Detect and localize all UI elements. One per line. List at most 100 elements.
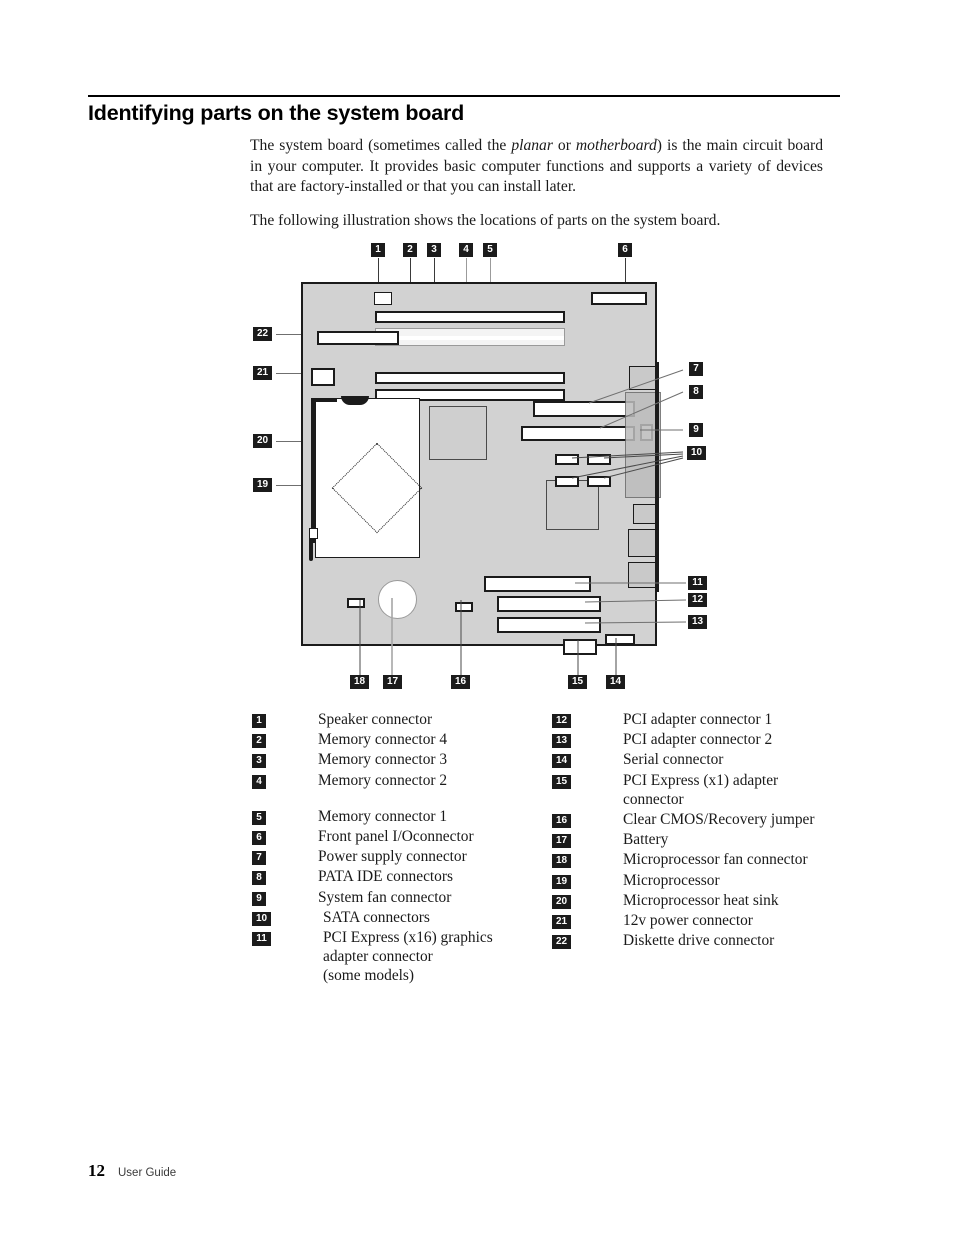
microprocessor [331, 442, 423, 534]
microprocessor-fan-connector [347, 598, 365, 608]
serial-connector [605, 634, 635, 645]
memory-connector-1 [375, 389, 565, 401]
legend-badge-16: 16 [552, 814, 571, 829]
leader-line-5 [490, 258, 491, 378]
legend-label-17: Battery [623, 831, 669, 849]
legend-badge-21: 21 [552, 915, 571, 930]
clear-cmos-recovery-jumper [455, 602, 473, 612]
legend-label-9: System fan connector [318, 888, 452, 906]
callout-badge-7: 7 [689, 362, 703, 376]
illustration-lead-paragraph: The following illustration shows the loc… [250, 212, 721, 229]
pata-ide-connectors [521, 426, 635, 441]
io-port-usb-top [633, 504, 659, 524]
legend-label-5: Memory connector 1 [318, 807, 448, 825]
callout-badge-21: 21 [253, 366, 272, 380]
callout-badge-22: 22 [253, 327, 272, 341]
northbridge-chip [429, 406, 487, 460]
legend-badge-12: 12 [552, 714, 571, 728]
legend-label-2: Memory connector 4 [318, 731, 448, 749]
sata-connector-1 [555, 454, 579, 465]
leader-line-6 [625, 258, 626, 295]
heat-sink-notch [341, 396, 369, 405]
legend-row-3: 3 Memory connector 3 [252, 750, 542, 769]
callout-badge-20: 20 [253, 434, 272, 448]
legend-badge-11: 11 [252, 932, 271, 947]
legend-row-20: 20 Microprocessor heat sink [552, 891, 852, 910]
legend-badge-7: 7 [252, 851, 266, 866]
io-shield-overlay [625, 392, 661, 498]
callout-badge-14: 14 [606, 675, 625, 689]
callout-badge-16: 16 [451, 675, 470, 689]
legend-row-5: 5 Memory connector 1 [252, 807, 542, 826]
memory-connector-3 [375, 328, 565, 346]
legend-badge-19: 19 [552, 874, 571, 889]
legend-row-4: 4 Memory connector 2 [252, 771, 542, 790]
callout-badge-11: 11 [688, 576, 707, 590]
legend-label-20: Microprocessor heat sink [623, 891, 779, 909]
legend-label-14: Serial connector [623, 751, 724, 769]
heading-rule [88, 95, 840, 97]
heat-sink-clamp [311, 398, 315, 543]
legend-badge-20: 20 [552, 894, 571, 909]
legend-badge-6: 6 [252, 831, 266, 846]
legend-row-8: 8 PATA IDE connectors [252, 867, 542, 886]
legend-label-18: Microprocessor fan connector [623, 851, 808, 869]
legend-row-22: 22 Diskette drive connector [552, 931, 852, 950]
front-panel-io-connector [591, 292, 647, 305]
callout-badge-2: 2 [403, 243, 417, 257]
12v-power-connector [311, 368, 335, 386]
leader-line-4 [466, 258, 467, 353]
legend-label-21: 12v power connector [623, 912, 753, 930]
sata-connector-2 [587, 454, 611, 465]
legend-row-9: 9 System fan connector [252, 888, 542, 907]
io-port-ps2 [629, 366, 657, 390]
legend-badge-4: 4 [252, 774, 266, 789]
heat-sink-clamp-top [311, 398, 337, 402]
callout-badge-4: 4 [459, 243, 473, 257]
legend-row-2: 2 Memory connector 4 [252, 730, 542, 749]
system-board [301, 282, 661, 655]
legend-label-8: PATA IDE connectors [318, 868, 453, 886]
legend-row-14: 14 Serial connector [552, 750, 852, 769]
callout-badge-5: 5 [483, 243, 497, 257]
memory-connector-4 [375, 311, 565, 323]
legend-badge-15: 15 [552, 774, 571, 789]
legend-label-4: Memory connector 2 [318, 771, 448, 789]
southbridge-chip [546, 480, 599, 530]
legend-badge-14: 14 [552, 754, 571, 769]
memory-connector-2 [375, 372, 565, 384]
legend-row-12: 12 PCI adapter connector 1 [552, 710, 852, 729]
diskette-drive-connector [317, 331, 399, 345]
page-title: Identifying parts on the system board [88, 101, 465, 125]
legend-row-19: 19 Microprocessor [552, 871, 852, 890]
intro-italic-planar: planar [511, 137, 553, 154]
power-supply-connector [533, 401, 635, 417]
legend-row-17: 17 Battery [552, 830, 852, 849]
intro-text-a: The system board (sometimes called the [250, 137, 512, 154]
legend-badge-5: 5 [252, 810, 266, 825]
legend-label-16: Clear CMOS/Recovery jumper [623, 811, 815, 829]
heat-sink-clamp-tail [309, 539, 313, 561]
legend-label-6: Front panel I/Oconnector [318, 828, 474, 846]
io-port-audio [628, 562, 659, 588]
io-edge-bar [655, 362, 659, 592]
callout-badge-15: 15 [568, 675, 587, 689]
legend-badge-1: 1 [252, 714, 266, 728]
legend-row-7: 7 Power supply connector [252, 847, 542, 866]
legend-badge-22: 22 [552, 935, 571, 950]
legend-row-21: 21 12v power connector [552, 911, 852, 930]
leader-line-3 [434, 258, 435, 334]
callout-badge-19: 19 [253, 478, 272, 492]
sata-connector-3 [555, 476, 579, 487]
page-footer: 12 User Guide [88, 1161, 176, 1181]
legend-label-1: Speaker connector [318, 711, 433, 728]
legend-badge-9: 9 [252, 891, 266, 906]
intro-text-b: or [552, 137, 576, 154]
legend-row-15: 15 PCI Express (x1) adapter connector [552, 771, 852, 809]
pci-adapter-connector-2 [497, 617, 601, 633]
callout-badge-12: 12 [688, 593, 707, 607]
document-page: Identifying parts on the system board Th… [0, 0, 954, 1235]
io-port-ethernet [628, 529, 659, 557]
legend-badge-17: 17 [552, 834, 571, 849]
legend-row-1: 1 Speaker connector [252, 710, 542, 729]
